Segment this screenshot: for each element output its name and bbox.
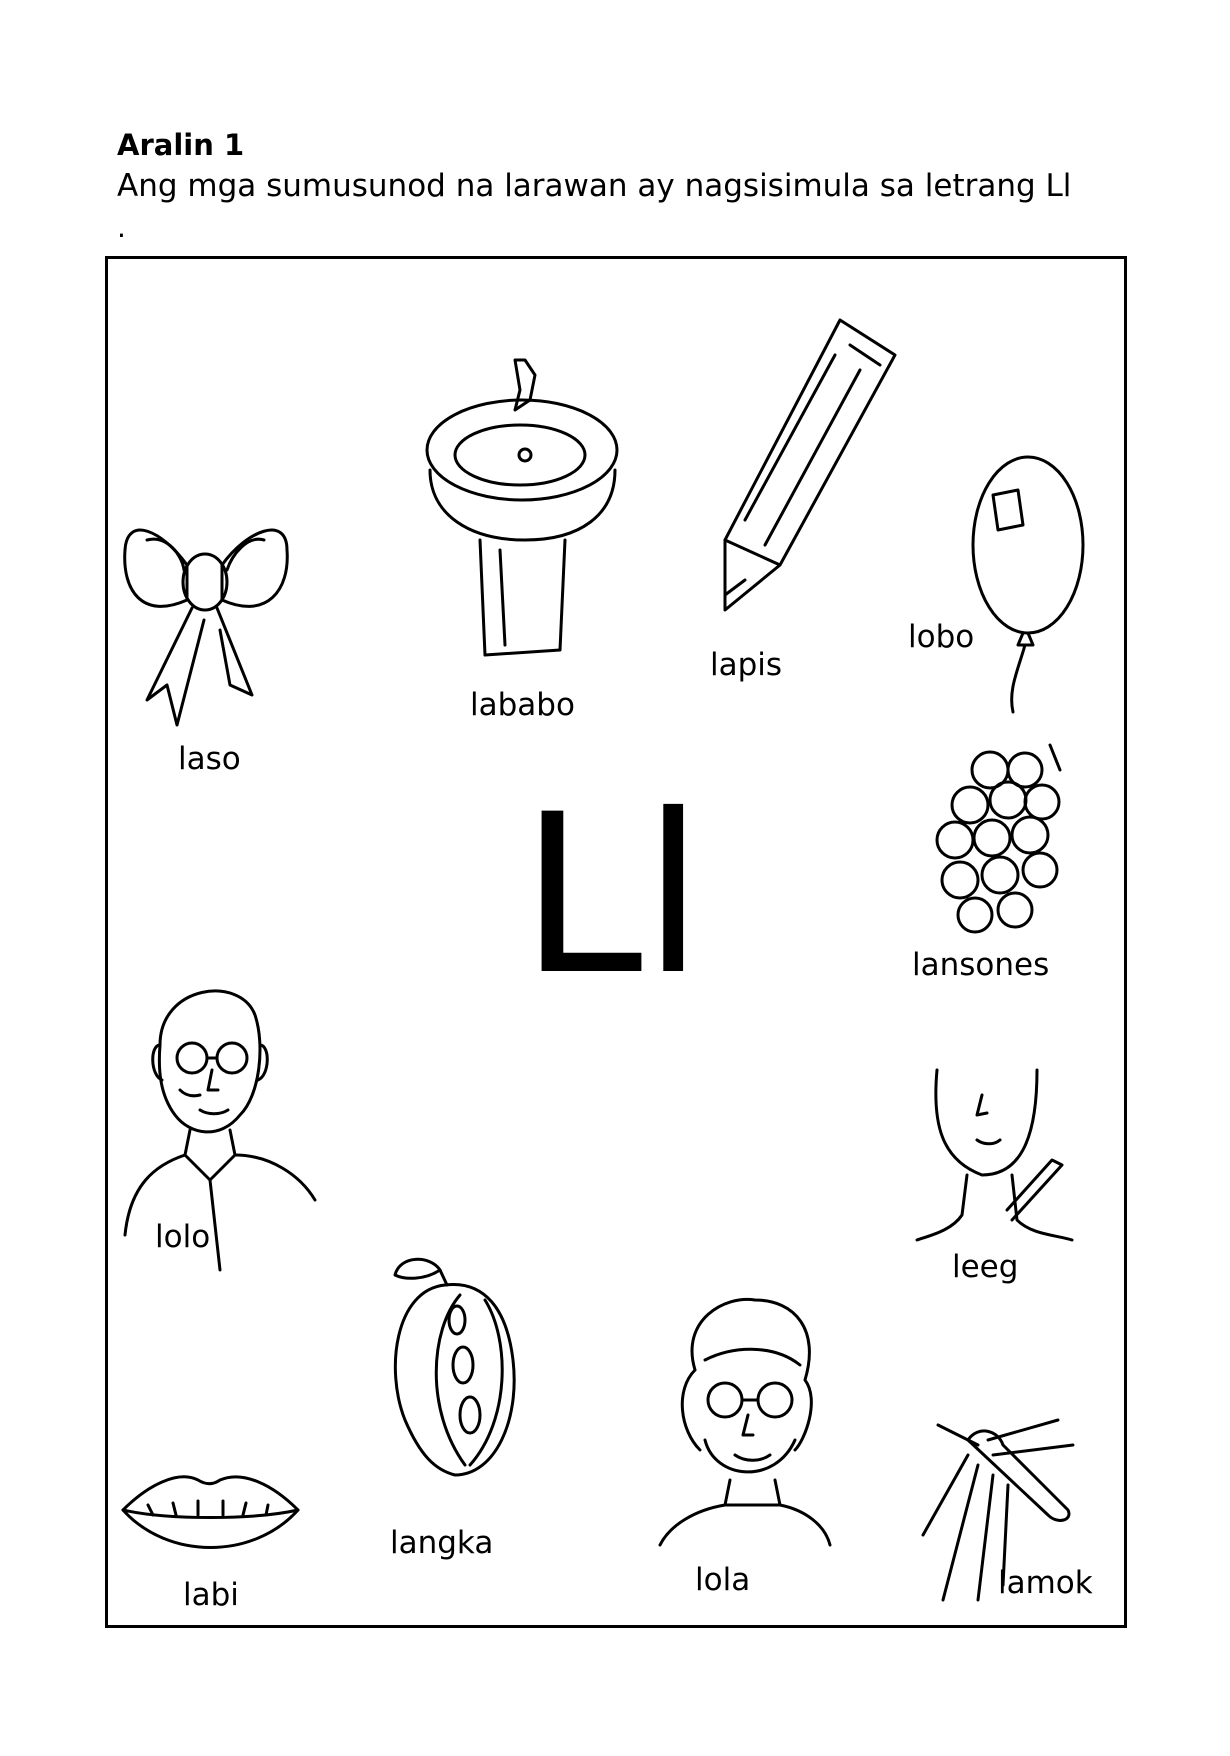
item-label-lababo: lababo [470,687,575,723]
balloon-icon [971,455,1085,714]
lesson-heading: Aralin 1 [117,128,245,162]
item-label-lapis: lapis [710,647,783,683]
lesson-instruction: Ang mga sumusunod na larawan ay nagsisim… [117,168,1072,204]
item-label-lola: lola [695,1562,751,1598]
big-letter: Ll [520,767,704,1023]
neck-icon [915,1068,1074,1242]
pencil-icon [723,318,897,612]
item-label-lansones: lansones [912,947,1050,983]
sink-icon [425,358,619,657]
instruction-dot: . [117,211,126,244]
ribbon-bow-icon [123,528,289,727]
item-label-lolo: lolo [155,1219,211,1255]
item-label-lamok: lamok [998,1565,1093,1601]
item-label-lobo: lobo [908,619,975,655]
jackfruit-icon [393,1257,516,1477]
item-label-laso: laso [178,741,241,777]
item-label-langka: langka [390,1525,494,1561]
lanzones-icon [935,743,1062,934]
lips-icon [121,1475,300,1549]
item-label-leeg: leeg [952,1249,1019,1285]
grandfather-icon [123,989,317,1272]
item-label-labi: labi [183,1577,239,1613]
grandmother-icon [658,1297,832,1547]
